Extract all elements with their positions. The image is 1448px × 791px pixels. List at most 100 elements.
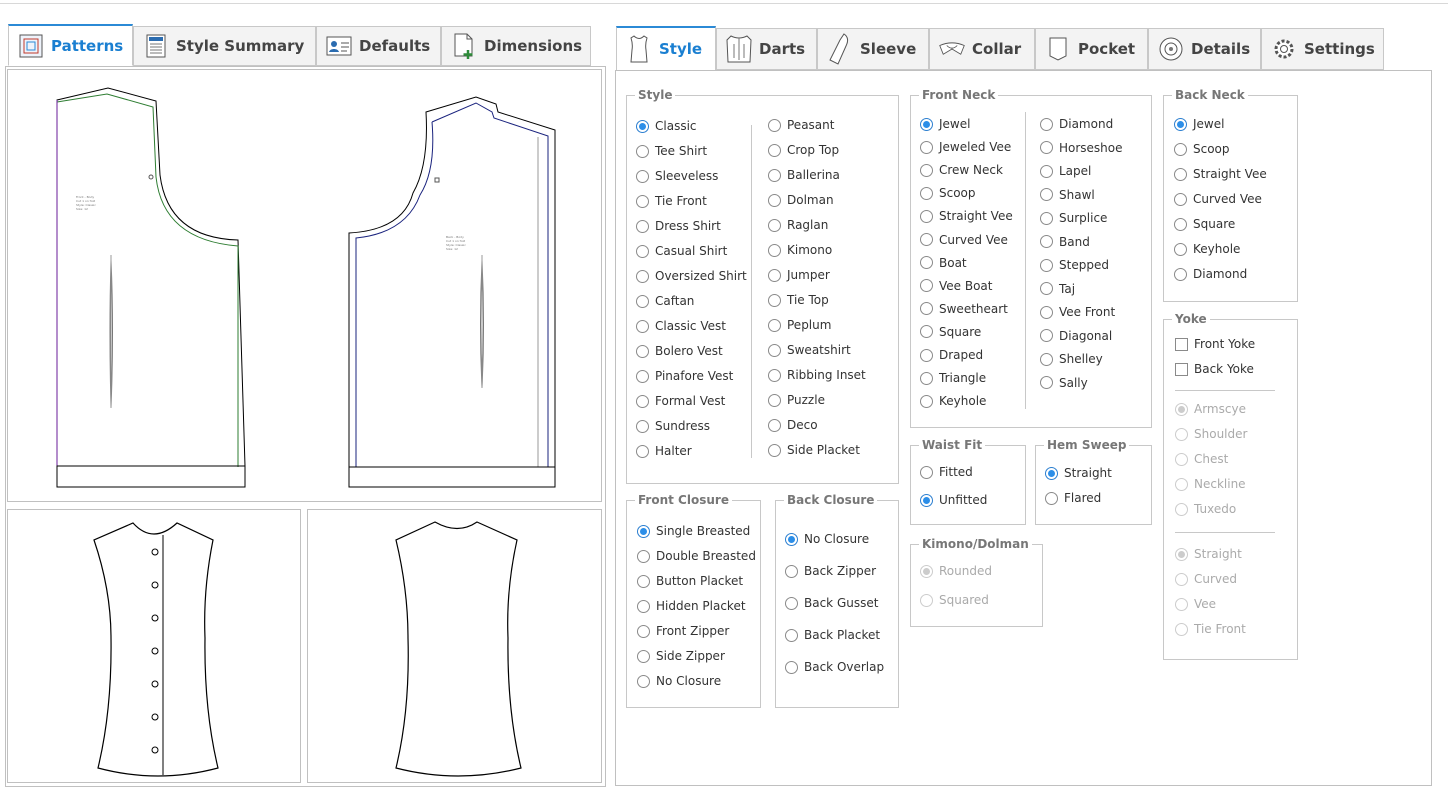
- radio-button[interactable]: [637, 624, 650, 638]
- yoke-checkbox-front-yoke[interactable]: Front Yoke: [1175, 337, 1255, 351]
- radio-button[interactable]: [636, 269, 649, 283]
- radio-button[interactable]: [1040, 235, 1053, 248]
- style-option-raglan[interactable]: Raglan: [768, 218, 828, 232]
- front-closure-option-front-zipper[interactable]: Front Zipper: [637, 624, 729, 638]
- radio-button[interactable]: [636, 344, 649, 358]
- front-neck-option-jewel[interactable]: Jewel: [920, 117, 970, 131]
- front-neck-option-diagonal[interactable]: Diagonal: [1040, 329, 1112, 343]
- radio-button[interactable]: [1040, 329, 1053, 342]
- radio-button[interactable]: [636, 194, 649, 208]
- radio-button[interactable]: [920, 186, 933, 200]
- radio-button[interactable]: [768, 218, 781, 232]
- radio-button[interactable]: [785, 596, 798, 610]
- tab-style[interactable]: Style: [616, 26, 716, 71]
- radio-button[interactable]: [920, 140, 933, 154]
- radio-button[interactable]: [637, 599, 650, 613]
- radio-button[interactable]: [1040, 258, 1053, 272]
- radio-button[interactable]: [920, 325, 933, 339]
- tab-collar[interactable]: Collar: [929, 28, 1035, 70]
- front-neck-option-square[interactable]: Square: [920, 325, 981, 339]
- back-neck-option-jewel[interactable]: Jewel: [1174, 117, 1224, 131]
- radio-button[interactable]: [636, 444, 649, 458]
- style-option-sleeveless[interactable]: Sleeveless: [636, 169, 718, 183]
- front-closure-option-side-zipper[interactable]: Side Zipper: [637, 649, 725, 663]
- back-neck-option-curved-vee[interactable]: Curved Vee: [1174, 192, 1262, 206]
- radio-button[interactable]: [1040, 141, 1053, 154]
- radio-button[interactable]: [768, 193, 781, 207]
- waist-fit-option-fitted[interactable]: Fitted: [920, 465, 973, 479]
- front-closure-option-hidden-placket[interactable]: Hidden Placket: [637, 599, 746, 613]
- radio-button[interactable]: [1174, 117, 1187, 131]
- radio-button[interactable]: [785, 660, 798, 674]
- radio-button[interactable]: [637, 524, 650, 538]
- radio-button[interactable]: [920, 163, 933, 177]
- front-neck-option-jeweled-vee[interactable]: Jeweled Vee: [920, 140, 1011, 154]
- back-neck-option-straight-vee[interactable]: Straight Vee: [1174, 167, 1267, 181]
- back-neck-option-diamond[interactable]: Diamond: [1174, 267, 1247, 281]
- radio-button[interactable]: [768, 293, 781, 307]
- front-neck-option-draped[interactable]: Draped: [920, 348, 983, 362]
- radio-button[interactable]: [920, 233, 933, 246]
- radio-button[interactable]: [1040, 117, 1053, 131]
- front-neck-option-surplice[interactable]: Surplice: [1040, 211, 1107, 225]
- radio-button[interactable]: [637, 574, 650, 588]
- front-closure-option-single-breasted[interactable]: Single Breasted: [637, 524, 750, 538]
- front-neck-option-crew-neck[interactable]: Crew Neck: [920, 163, 1003, 177]
- back-neck-option-scoop[interactable]: Scoop: [1174, 142, 1230, 156]
- style-option-halter[interactable]: Halter: [636, 444, 692, 458]
- front-neck-option-scoop[interactable]: Scoop: [920, 186, 976, 200]
- radio-button[interactable]: [1040, 282, 1053, 295]
- radio-button[interactable]: [1174, 242, 1187, 256]
- radio-button[interactable]: [1174, 167, 1187, 181]
- radio-button[interactable]: [1174, 217, 1187, 231]
- front-neck-option-boat[interactable]: Boat: [920, 256, 967, 270]
- front-neck-option-straight-vee[interactable]: Straight Vee: [920, 209, 1013, 223]
- style-option-classic-vest[interactable]: Classic Vest: [636, 319, 726, 333]
- style-option-deco[interactable]: Deco: [768, 418, 818, 432]
- tab-details[interactable]: Details: [1148, 28, 1261, 70]
- radio-button[interactable]: [636, 294, 649, 308]
- radio-button[interactable]: [920, 371, 933, 385]
- tab-pocket[interactable]: Pocket: [1035, 28, 1148, 70]
- radio-button[interactable]: [636, 394, 649, 408]
- pattern-pieces-view[interactable]: Front - Body Cut 1 on fold Style: Classic S…: [7, 69, 602, 502]
- style-option-classic[interactable]: Classic: [636, 119, 697, 133]
- radio-button[interactable]: [768, 318, 781, 332]
- back-closure-option-back-placket[interactable]: Back Placket: [785, 628, 880, 642]
- radio-button[interactable]: [768, 118, 781, 132]
- radio-button[interactable]: [1040, 376, 1053, 389]
- radio-button[interactable]: [768, 143, 781, 157]
- style-option-kimono[interactable]: Kimono: [768, 243, 832, 257]
- radio-button[interactable]: [637, 549, 650, 563]
- radio-button[interactable]: [1040, 305, 1053, 319]
- back-closure-option-back-zipper[interactable]: Back Zipper: [785, 564, 876, 578]
- radio-button[interactable]: [636, 119, 649, 133]
- radio-button[interactable]: [768, 268, 781, 282]
- style-option-pinafore-vest[interactable]: Pinafore Vest: [636, 369, 733, 383]
- front-neck-option-band[interactable]: Band: [1040, 235, 1090, 249]
- radio-button[interactable]: [1174, 192, 1187, 206]
- style-option-casual-shirt[interactable]: Casual Shirt: [636, 244, 727, 258]
- radio-button[interactable]: [920, 256, 933, 270]
- style-option-tie-top[interactable]: Tie Top: [768, 293, 829, 307]
- radio-button[interactable]: [920, 209, 933, 223]
- radio-button[interactable]: [768, 243, 781, 257]
- hem-sweep-option-straight[interactable]: Straight: [1045, 466, 1112, 480]
- style-option-peplum[interactable]: Peplum: [768, 318, 831, 332]
- style-option-dolman[interactable]: Dolman: [768, 193, 834, 207]
- style-option-tie-front[interactable]: Tie Front: [636, 194, 707, 208]
- radio-button[interactable]: [636, 369, 649, 383]
- style-option-crop-top[interactable]: Crop Top: [768, 143, 839, 157]
- radio-button[interactable]: [636, 144, 649, 158]
- back-closure-option-back-gusset[interactable]: Back Gusset: [785, 596, 878, 610]
- tab-patterns[interactable]: Patterns: [8, 24, 133, 66]
- radio-button[interactable]: [1045, 466, 1058, 480]
- radio-button[interactable]: [768, 368, 781, 382]
- style-option-sweatshirt[interactable]: Sweatshirt: [768, 343, 851, 357]
- hem-sweep-option-flared[interactable]: Flared: [1045, 491, 1101, 505]
- radio-button[interactable]: [1040, 164, 1053, 178]
- style-option-ribbing-inset[interactable]: Ribbing Inset: [768, 368, 866, 382]
- back-closure-option-back-overlap[interactable]: Back Overlap: [785, 660, 884, 674]
- radio-button[interactable]: [1040, 188, 1053, 201]
- radio-button[interactable]: [768, 393, 781, 407]
